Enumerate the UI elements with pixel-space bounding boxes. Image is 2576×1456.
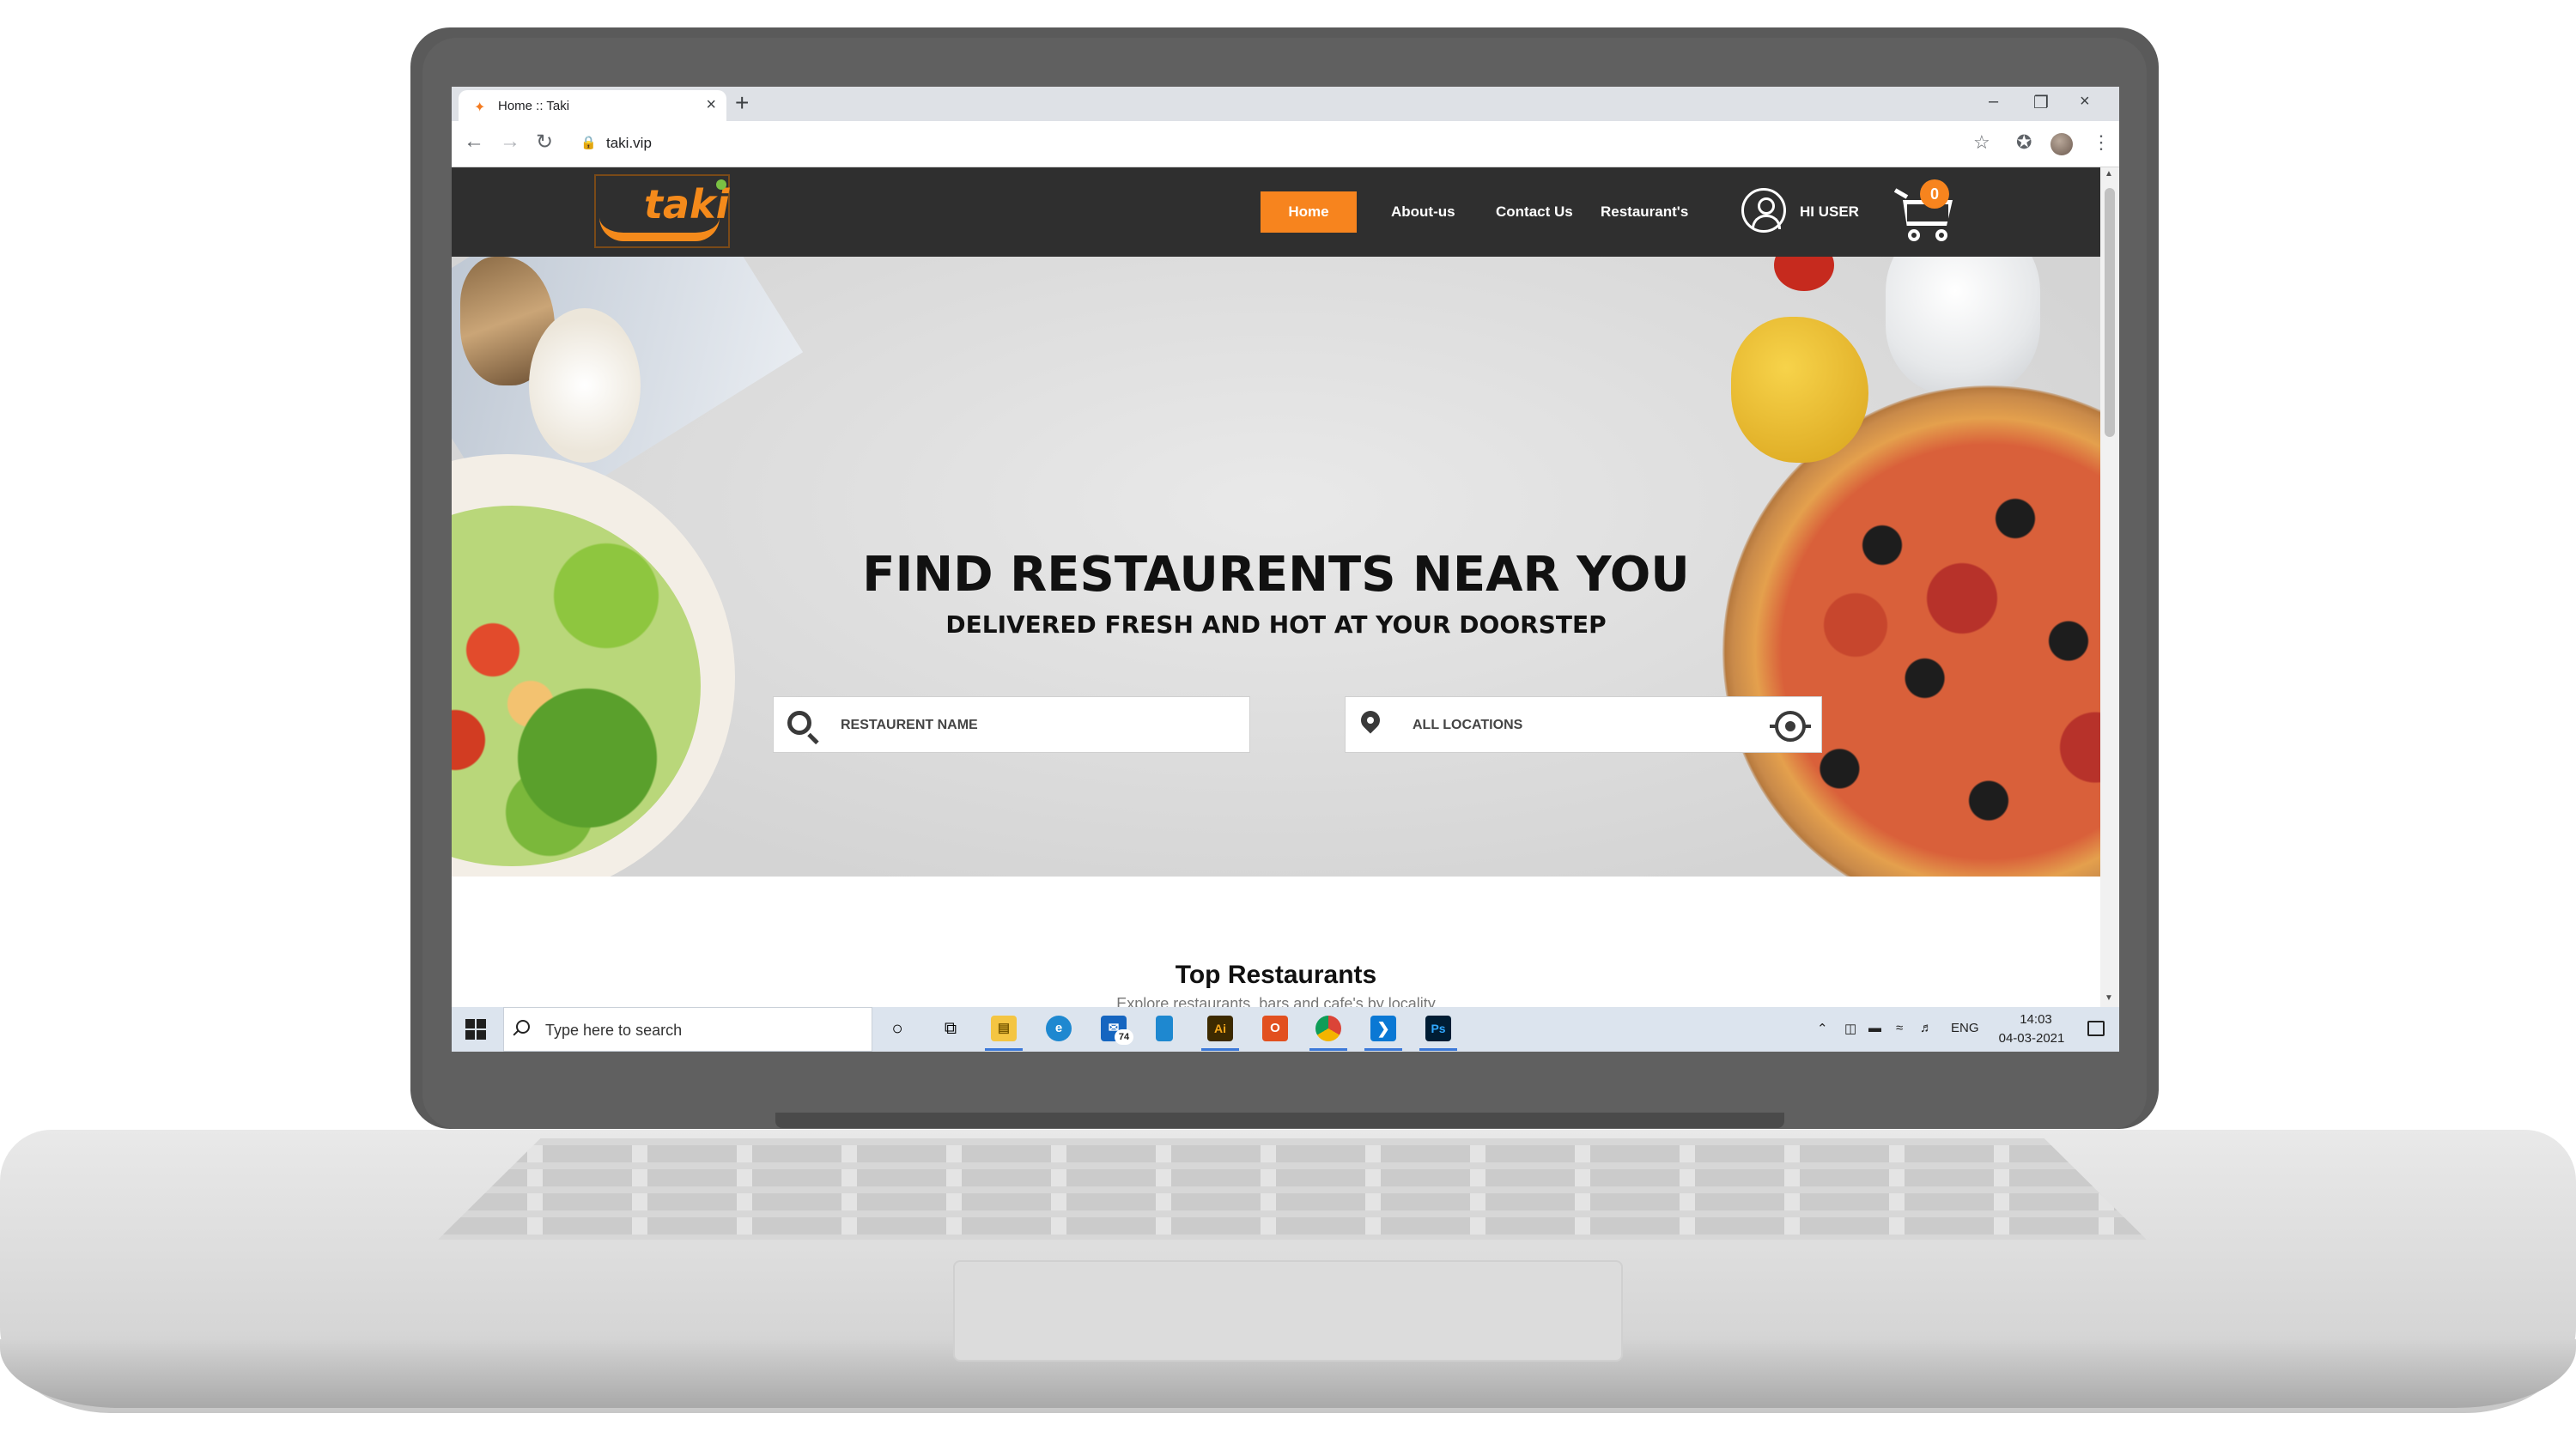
keyboard-row [438,1145,2147,1162]
windows-start-icon[interactable] [465,1019,486,1040]
pepper-image [1731,317,1868,463]
oil-bottle-image [1886,257,2040,394]
restore-icon[interactable]: ❐ [2033,92,2049,113]
battery-icon[interactable]: ▬ [1868,1021,1881,1035]
scroll-thumb[interactable] [2105,188,2115,437]
taki-favicon-icon: ✦ [474,100,486,115]
scroll-down-icon[interactable]: ▼ [2105,993,2113,1003]
chrome-icon[interactable] [1315,1016,1341,1041]
tomato-image [1774,257,1834,291]
vscode-icon[interactable]: ❯ [1370,1016,1396,1041]
shopping-cart-icon[interactable]: 0 [1893,179,1956,243]
back-arrow-icon[interactable]: ← [464,130,484,154]
taskbar-search-placeholder: Type here to search [545,1022,683,1039]
profile-avatar[interactable] [2050,133,2073,155]
cart-handle [1893,188,1909,199]
locate-me-icon[interactable] [1770,711,1811,742]
taskbar-clock-time[interactable]: 14:03 [1997,1012,2075,1027]
task-view-icon[interactable]: ⧉ [938,1016,963,1041]
location-search-input[interactable]: ALL LOCATIONS [1345,696,1822,753]
language-indicator[interactable]: ENG [1951,1021,1979,1035]
laptop-mockup: ✦ Home :: Taki × + – ❐ × ← → ↻ 🔒 taki.vi… [0,0,2576,1456]
nav-home-button[interactable]: Home [1261,191,1357,233]
minimize-icon[interactable]: – [1989,92,1998,112]
taki-logo[interactable]: taki [594,174,730,248]
search-icon [516,1020,530,1034]
photoshop-icon[interactable]: Ps [1425,1016,1451,1041]
new-tab-icon[interactable]: + [735,89,749,117]
cortana-icon[interactable]: ○ [884,1016,910,1041]
running-indicator [1364,1048,1402,1051]
nav-contact-link[interactable]: Contact Us [1496,203,1573,221]
running-indicator [985,1048,1023,1051]
taskbar-clock-date[interactable]: 04-03-2021 [1989,1031,2075,1046]
running-indicator [1201,1048,1239,1051]
laptop-keyboard [438,1138,2147,1240]
hero-subtitle: DELIVERED FRESH AND HOT AT YOUR DOORSTEP [945,610,1607,639]
page-scrollbar[interactable]: ▲ ▼ [2100,167,2119,1007]
forward-arrow-icon[interactable]: → [500,130,520,154]
keyboard-row [438,1169,2147,1186]
running-indicator [1419,1048,1457,1051]
menu-kebab-icon[interactable]: ⋮ [2092,131,2111,154]
extensions-puzzle-icon[interactable]: ✪ [2016,131,2032,154]
logo-hand-icon [599,217,720,241]
laptop-trackpad [953,1260,1623,1362]
rice-image [529,308,641,463]
browser-tab-bar: ✦ Home :: Taki × + – ❐ × [452,87,2119,121]
restaurant-search-placeholder: RESTAURENT NAME [841,718,978,732]
restaurant-search-input[interactable]: RESTAURENT NAME [773,696,1250,753]
taskbar-search-box[interactable]: Type here to search [503,1007,872,1052]
cart-count-badge: 0 [1920,179,1949,209]
nav-restaurants-link[interactable]: Restaurant's [1601,203,1688,221]
location-pin-icon [1357,707,1384,734]
user-greeting[interactable]: HI USER [1800,203,1859,221]
site-header: taki Home About-us Contact Us Restaurant… [452,167,2100,257]
reload-icon[interactable]: ↻ [536,130,553,155]
logo-dot-icon [716,179,726,190]
cart-wheel [1908,229,1920,241]
office-icon[interactable]: O [1262,1016,1288,1041]
keyboard-row [438,1193,2147,1210]
top-restaurants-subtitle: Explore restaurants, bars and cafe's by … [1116,995,1436,1007]
keyboard-row [438,1217,2147,1235]
user-account-icon[interactable] [1741,188,1786,233]
browser-toolbar: ← → ↻ 🔒 taki.vip ☆ ✪ ⋮ [452,121,2119,167]
edge-browser-icon[interactable]: e [1046,1016,1072,1041]
bookmark-star-icon[interactable]: ☆ [1973,131,1990,154]
show-hidden-icons-icon[interactable]: ⌃ [1817,1021,1828,1036]
search-icon [787,711,811,735]
lock-icon: 🔒 [580,136,597,150]
volume-icon[interactable]: ♬ [1920,1021,1933,1035]
file-explorer-icon[interactable]: ▤ [991,1016,1017,1041]
location-search-placeholder: ALL LOCATIONS [1413,718,1523,732]
notification-center-icon[interactable] [2087,1021,2105,1036]
running-indicator [1309,1048,1347,1051]
cart-wheel [1935,229,1947,241]
wifi-icon[interactable]: ≈ [1896,1021,1903,1035]
tab-title: Home :: Taki [498,99,570,113]
hero-title: FIND RESTAURENTS NEAR YOU [862,547,1690,603]
top-restaurants-heading: Top Restaurants [1175,961,1377,989]
device-icon[interactable]: ◫ [1844,1021,1856,1036]
store-icon[interactable] [1156,1016,1173,1041]
windows-taskbar: Type here to search ○ ⧉ ▤ e ✉ 74 Ai O ❯ … [452,1007,2119,1052]
illustrator-icon[interactable]: Ai [1207,1016,1233,1041]
address-bar[interactable]: taki.vip [606,135,652,152]
close-tab-icon[interactable]: × [706,95,716,115]
browser-tab[interactable]: ✦ Home :: Taki × [459,90,726,121]
laptop-hinge [775,1113,1784,1128]
screen: ✦ Home :: Taki × + – ❐ × ← → ↻ 🔒 taki.vi… [452,87,2119,1052]
scroll-up-icon[interactable]: ▲ [2105,169,2113,179]
hero-banner: FIND RESTAURENTS NEAR YOU DELIVERED FRES… [452,257,2100,877]
close-window-icon[interactable]: × [2080,92,2090,112]
mail-badge: 74 [1115,1029,1133,1045]
nav-about-link[interactable]: About-us [1391,203,1455,221]
